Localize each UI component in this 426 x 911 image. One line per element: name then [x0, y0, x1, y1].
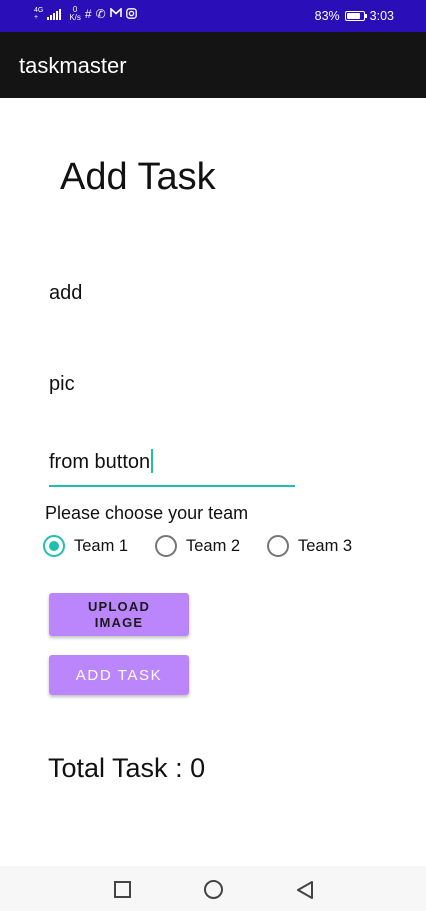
- phone-icon: ✆: [95, 7, 106, 21]
- network-type-label: 4G: [34, 7, 44, 14]
- radio-circle-icon: [155, 535, 177, 557]
- radio-circle-icon: [43, 535, 65, 557]
- home-circle-icon[interactable]: [204, 880, 223, 899]
- upload-image-button[interactable]: UPLOAD IMAGE: [49, 593, 189, 636]
- team-1-radio[interactable]: Team 1: [43, 535, 128, 557]
- task-state-value: from button: [49, 451, 151, 473]
- team-3-radio[interactable]: Team 3: [267, 535, 352, 557]
- page-title: Add Task: [60, 156, 216, 198]
- app-bar: taskmaster: [0, 32, 426, 98]
- total-task-label: Total Task : 0: [48, 753, 206, 783]
- team-radio-group: Team 1 Team 2 Team 3: [43, 535, 373, 559]
- radio-circle-icon: [267, 535, 289, 557]
- team-prompt: Please choose your team: [45, 503, 249, 523]
- signal-strength-icon: [47, 8, 62, 20]
- network-speed-unit: K/s: [69, 13, 81, 22]
- network-sub-label: +: [34, 14, 39, 21]
- status-left: 4G + 0 K/s # ✆: [34, 6, 137, 22]
- text-cursor: [151, 449, 154, 473]
- slack-icon: #: [84, 7, 92, 21]
- battery-icon: [344, 11, 367, 21]
- task-state-field[interactable]: from button: [49, 449, 295, 489]
- back-triangle-icon[interactable]: [296, 880, 314, 900]
- network-speed: 0 K/s: [69, 6, 81, 22]
- system-nav-bar: [0, 866, 426, 911]
- clock-time: 3:03: [369, 9, 394, 23]
- task-body-field[interactable]: pic: [49, 372, 75, 396]
- gmail-icon: [109, 7, 122, 20]
- status-bar: 4G + 0 K/s # ✆ 83% 3:03: [0, 0, 426, 32]
- network-type: 4G +: [34, 7, 43, 21]
- recents-square-icon[interactable]: [114, 881, 131, 898]
- field-underline: [49, 485, 295, 487]
- app-title: taskmaster: [19, 53, 127, 78]
- battery-percent: 83%: [314, 9, 340, 23]
- status-right: 83% 3:03: [315, 9, 394, 23]
- team-2-label: Team 2: [186, 537, 241, 555]
- task-title-field[interactable]: add: [49, 281, 82, 305]
- team-1-label: Team 1: [74, 537, 129, 555]
- add-task-button[interactable]: ADD TASK: [49, 655, 189, 695]
- instagram-icon: [125, 7, 137, 21]
- team-3-label: Team 3: [298, 537, 353, 555]
- team-2-radio[interactable]: Team 2: [155, 535, 240, 557]
